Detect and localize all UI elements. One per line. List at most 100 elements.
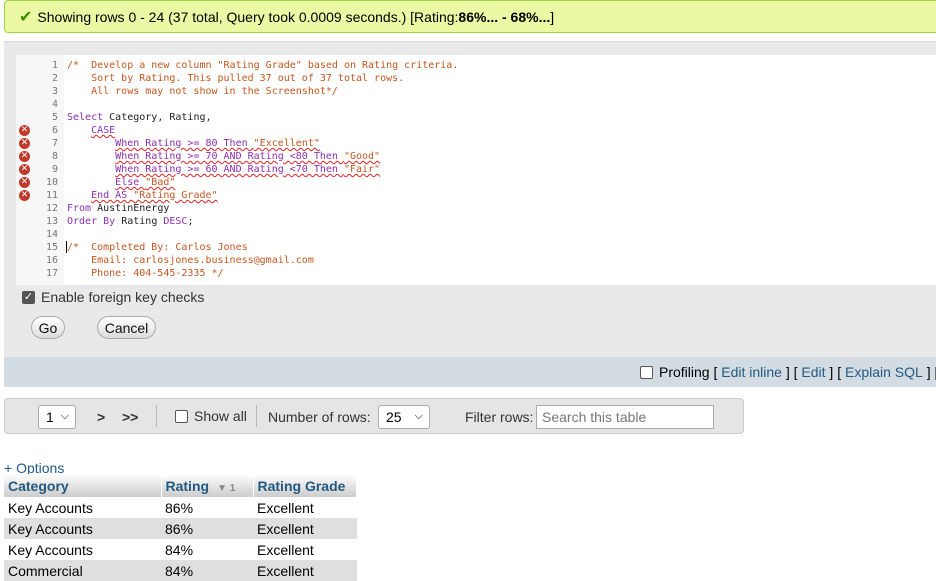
table-row[interactable]: Key Accounts 84% Excellent	[4, 539, 357, 560]
code-line: 16 Email: carlosjones.business@gmail.com	[16, 254, 936, 267]
filter-rows-label: Filter rows:	[465, 409, 534, 425]
code-text: Else "Bad"	[115, 177, 176, 188]
error-icon[interactable]: ✕	[19, 151, 30, 162]
line-number: 2	[51, 73, 58, 84]
navigation-bar: 1 ⌵ > >> Show all Number of rows: 25 ⌵ F…	[4, 398, 744, 434]
rows-count-value: 25	[386, 409, 402, 425]
code-text: Sort by Rating. This pulled 37 out of 37…	[67, 73, 405, 84]
sort-index: 1	[229, 482, 236, 494]
last-page-button[interactable]: >>	[122, 409, 138, 425]
code-line: 4	[16, 98, 936, 111]
error-icon[interactable]: ✕	[19, 138, 30, 149]
table-row[interactable]: Commercial 84% Excellent	[4, 560, 357, 581]
cell-rating: 84%	[161, 539, 253, 560]
code-line: 13 Order By Rating DESC;	[16, 215, 936, 228]
rows-count-select[interactable]: 25 ⌵	[378, 405, 430, 429]
sort-desc-icon: ▼ 1	[217, 482, 236, 494]
table-row[interactable]: Key Accounts 86% Excellent	[4, 518, 357, 539]
sql-query-panel: 1 /* Develop a new column "Rating Grade" …	[4, 41, 936, 357]
banner-prefix: Showing rows 0 - 24 (37 total, Query too…	[37, 8, 459, 25]
code-line: ✕ 8 When Rating >= 70 AND Rating <80 Then…	[16, 150, 936, 163]
code-line: 2 Sort by Rating. This pulled 37 out of …	[16, 72, 936, 85]
success-banner: ✔ Showing rows 0 - 24 (37 total, Query t…	[4, 0, 936, 33]
code-text: /* Develop a new column "Rating Grade" b…	[67, 60, 459, 71]
cell-rating: 86%	[161, 497, 253, 518]
checkmark-icon: ✔	[19, 8, 33, 26]
line-number: 8	[51, 151, 58, 162]
edit-inline-link[interactable]: Edit inline	[721, 364, 782, 380]
code-line: ✕ 9 When Rating >= 60 AND Rating <70 Then…	[16, 163, 936, 176]
code-line: ✕ 6 CASE	[16, 124, 936, 137]
foreign-key-checkbox-row[interactable]: ✓ Enable foreign key checks	[22, 289, 204, 305]
code-text: When Rating >= 60 AND Rating <70 Then "F…	[115, 164, 381, 175]
table-row[interactable]: Key Accounts 86% Excellent	[4, 497, 357, 518]
code-text: Select Category, Rating,	[67, 112, 212, 123]
page-select[interactable]: 1 ⌵	[38, 405, 76, 429]
code-text: When Rating >= 70 AND Rating <80 Then "G…	[115, 151, 381, 162]
cell-rating: 86%	[161, 518, 253, 539]
chevron-down-icon: ⌵	[60, 410, 69, 422]
error-icon[interactable]: ✕	[19, 164, 30, 175]
code-line: ✕ 11 End AS "Rating Grade"	[16, 189, 936, 202]
line-number: 7	[51, 138, 58, 149]
go-button[interactable]: Go	[31, 316, 65, 339]
cell-rating: 84%	[161, 560, 253, 581]
code-line: 5 Select Category, Rating,	[16, 111, 936, 124]
code-text: Order By Rating DESC;	[67, 216, 194, 227]
sql-editor[interactable]: 1 /* Develop a new column "Rating Grade" …	[16, 55, 936, 285]
line-number: 6	[51, 125, 58, 136]
cell-category: Key Accounts	[4, 539, 161, 560]
code-line: 3 All rows may not show in the Screensho…	[16, 85, 936, 98]
profiling-checkbox[interactable]	[640, 365, 653, 379]
results-table: Category Rating ▼ 1 Rating Grade Key Acco…	[4, 474, 357, 581]
banner-suffix: ]	[550, 8, 555, 25]
code-line: 17 Phone: 404-545-2335 */	[16, 267, 936, 280]
show-all-toggle[interactable]: Show all	[175, 408, 247, 424]
code-line: ✕ 7 When Rating >= 80 Then "Excellent"	[16, 137, 936, 150]
query-actions-bar: Profiling [ Edit inline ] [ Edit ] [ Exp…	[4, 357, 936, 387]
error-icon[interactable]: ✕	[19, 190, 30, 201]
line-number: 16	[45, 255, 58, 266]
error-icon[interactable]: ✕	[19, 125, 30, 136]
code-text: End AS "Rating Grade"	[91, 190, 218, 201]
chevron-down-icon: ⌵	[414, 410, 423, 422]
cell-rating-grade: Excellent	[253, 539, 357, 560]
column-header-rating[interactable]: Rating ▼ 1	[161, 474, 254, 497]
foreign-key-label: Enable foreign key checks	[41, 289, 205, 305]
explain-sql-link[interactable]: Explain SQL	[845, 364, 923, 380]
column-header-rating-label: Rating	[165, 477, 210, 494]
code-text: CASE	[91, 125, 116, 136]
line-number: 12	[45, 203, 58, 214]
cell-rating-grade: Excellent	[253, 518, 357, 539]
banner-range: 86%... - 68%...	[458, 8, 551, 25]
cancel-button[interactable]: Cancel	[97, 316, 156, 339]
line-number: 4	[51, 99, 58, 110]
filter-rows-input[interactable]: Search this table	[536, 405, 714, 429]
line-number: 1	[51, 60, 58, 71]
error-icon[interactable]: ✕	[19, 177, 30, 188]
filter-rows-placeholder: Search this table	[542, 409, 647, 425]
next-page-button[interactable]: >	[97, 409, 105, 425]
column-header-category[interactable]: Category	[4, 474, 162, 497]
separator	[256, 405, 257, 427]
code-text: Phone: 404-545-2335 */	[67, 268, 224, 279]
line-number: 17	[45, 268, 58, 279]
cell-category: Key Accounts	[4, 497, 161, 518]
code-line: 15 /* Completed By: Carlos Jones	[16, 241, 936, 254]
column-header-rating-grade[interactable]: Rating Grade	[253, 474, 357, 497]
separator	[156, 405, 157, 427]
line-number: 11	[45, 190, 58, 201]
line-number: 3	[51, 86, 58, 97]
line-number: 5	[51, 112, 58, 123]
code-line: 14	[16, 228, 936, 241]
code-text: All rows may not show in the Screenshot*…	[67, 86, 338, 97]
code-text: From AustinEnergy	[67, 203, 170, 214]
profiling-label: Profiling	[659, 364, 710, 380]
edit-link[interactable]: Edit	[801, 364, 825, 380]
line-number: 15	[45, 242, 58, 253]
page-select-value: 1	[46, 409, 54, 425]
line-number: 9	[51, 164, 58, 175]
foreign-key-checkbox[interactable]: ✓	[22, 290, 35, 304]
show-all-checkbox[interactable]	[175, 409, 188, 423]
code-line: 1 /* Develop a new column "Rating Grade" …	[16, 59, 936, 72]
